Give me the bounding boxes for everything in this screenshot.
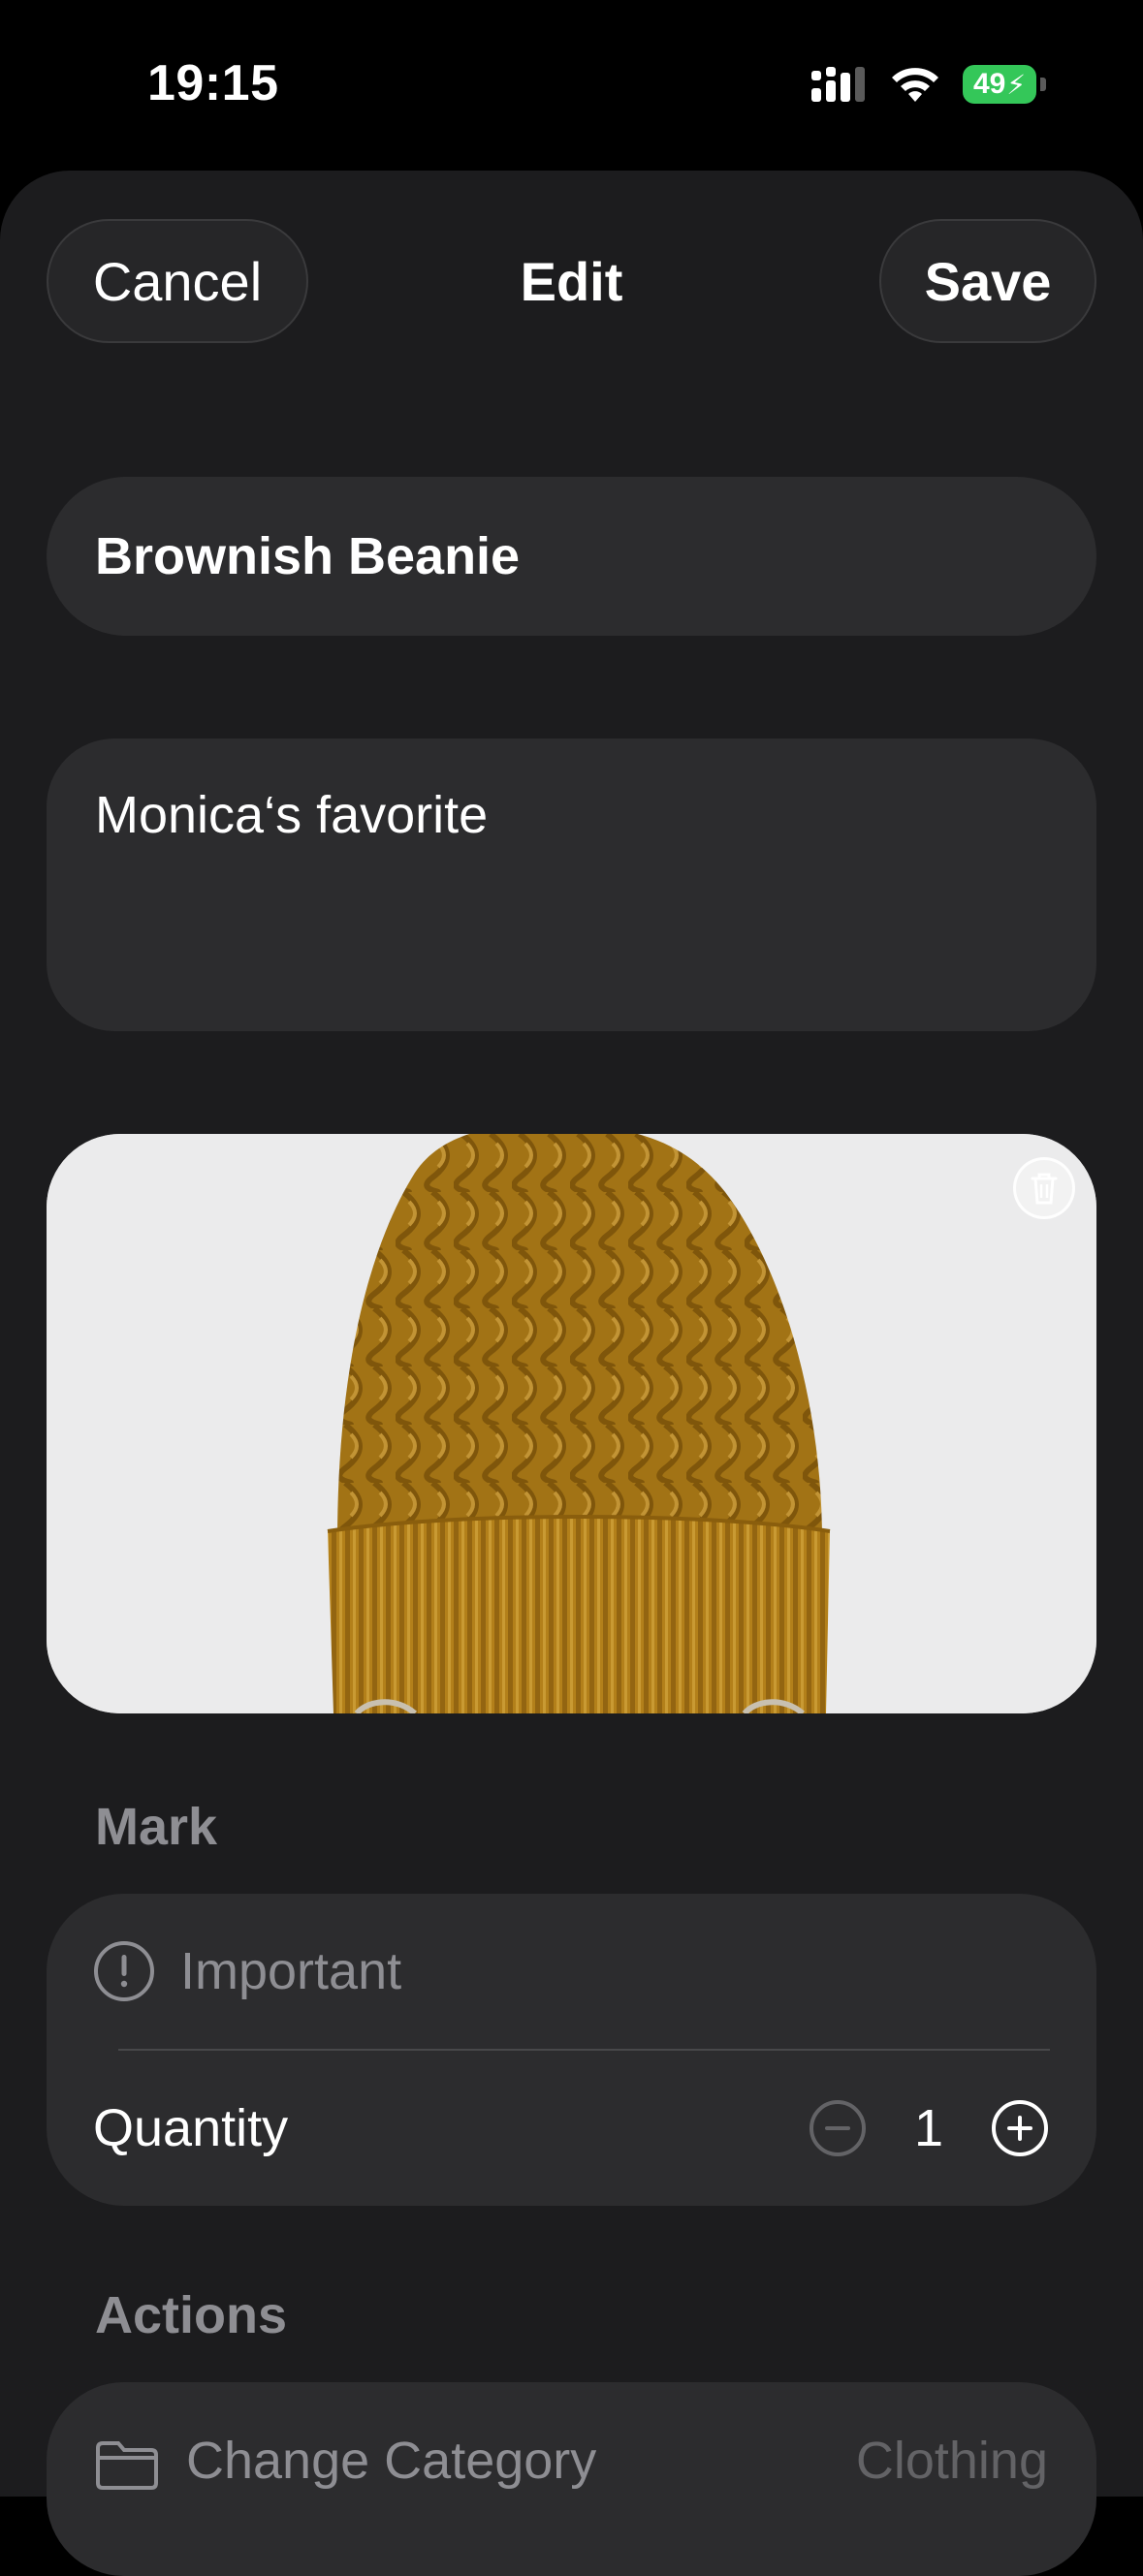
increment-button[interactable]	[990, 2098, 1050, 2158]
important-label: Important	[180, 1942, 402, 2000]
decrement-button[interactable]	[808, 2098, 868, 2158]
quantity-label: Quantity	[93, 2099, 289, 2157]
quantity-stepper: 1	[808, 2098, 1050, 2158]
battery-charging-icon: 49 ⚡	[963, 65, 1036, 104]
plus-circle-icon	[992, 2100, 1048, 2156]
trash-icon	[1031, 1173, 1058, 1205]
exclamation-circle-icon	[94, 1941, 154, 2001]
minus-circle-icon	[810, 2100, 866, 2156]
folder-icon	[96, 2441, 158, 2490]
cellular-signal-icon	[811, 67, 865, 102]
actions-section-label: Actions	[95, 2286, 288, 2344]
mark-section-label: Mark	[95, 1798, 218, 1856]
delete-photo-button[interactable]	[1013, 1157, 1075, 1219]
actions-card: Change Category Clothing	[47, 2382, 1096, 2576]
battery-level: 49	[972, 68, 1006, 100]
important-row[interactable]: Important	[47, 1894, 1096, 2049]
category-value: Clothing	[855, 2432, 1048, 2490]
status-icons: 49 ⚡	[811, 60, 1046, 109]
quantity-row: Quantity 1	[47, 2051, 1096, 2206]
status-bar: 19:15 49 ⚡	[0, 0, 1143, 171]
change-category-label: Change Category	[186, 2432, 597, 2490]
item-notes-field[interactable]: Monica‘s favorite	[47, 738, 1096, 1031]
quantity-value: 1	[913, 2099, 944, 2157]
wifi-icon	[892, 68, 938, 102]
beanie-image	[47, 1134, 1096, 1713]
nav-bar: Cancel Edit Save	[0, 171, 1143, 393]
item-name-text: Brownish Beanie	[95, 527, 521, 585]
mark-card: Important Quantity 1	[47, 1894, 1096, 2206]
battery-tip	[1040, 78, 1046, 91]
item-notes-text: Monica‘s favorite	[95, 786, 489, 844]
status-time: 19:15	[147, 55, 279, 111]
change-category-row[interactable]: Change Category Clothing	[47, 2382, 1096, 2537]
item-photo[interactable]	[47, 1134, 1096, 1713]
item-name-field[interactable]: Brownish Beanie	[47, 477, 1096, 636]
charging-bolt-icon: ⚡	[1006, 69, 1027, 100]
save-button[interactable]: Save	[879, 219, 1096, 343]
edit-sheet: Cancel Edit Save Brownish Beanie Monica‘…	[0, 171, 1143, 2576]
